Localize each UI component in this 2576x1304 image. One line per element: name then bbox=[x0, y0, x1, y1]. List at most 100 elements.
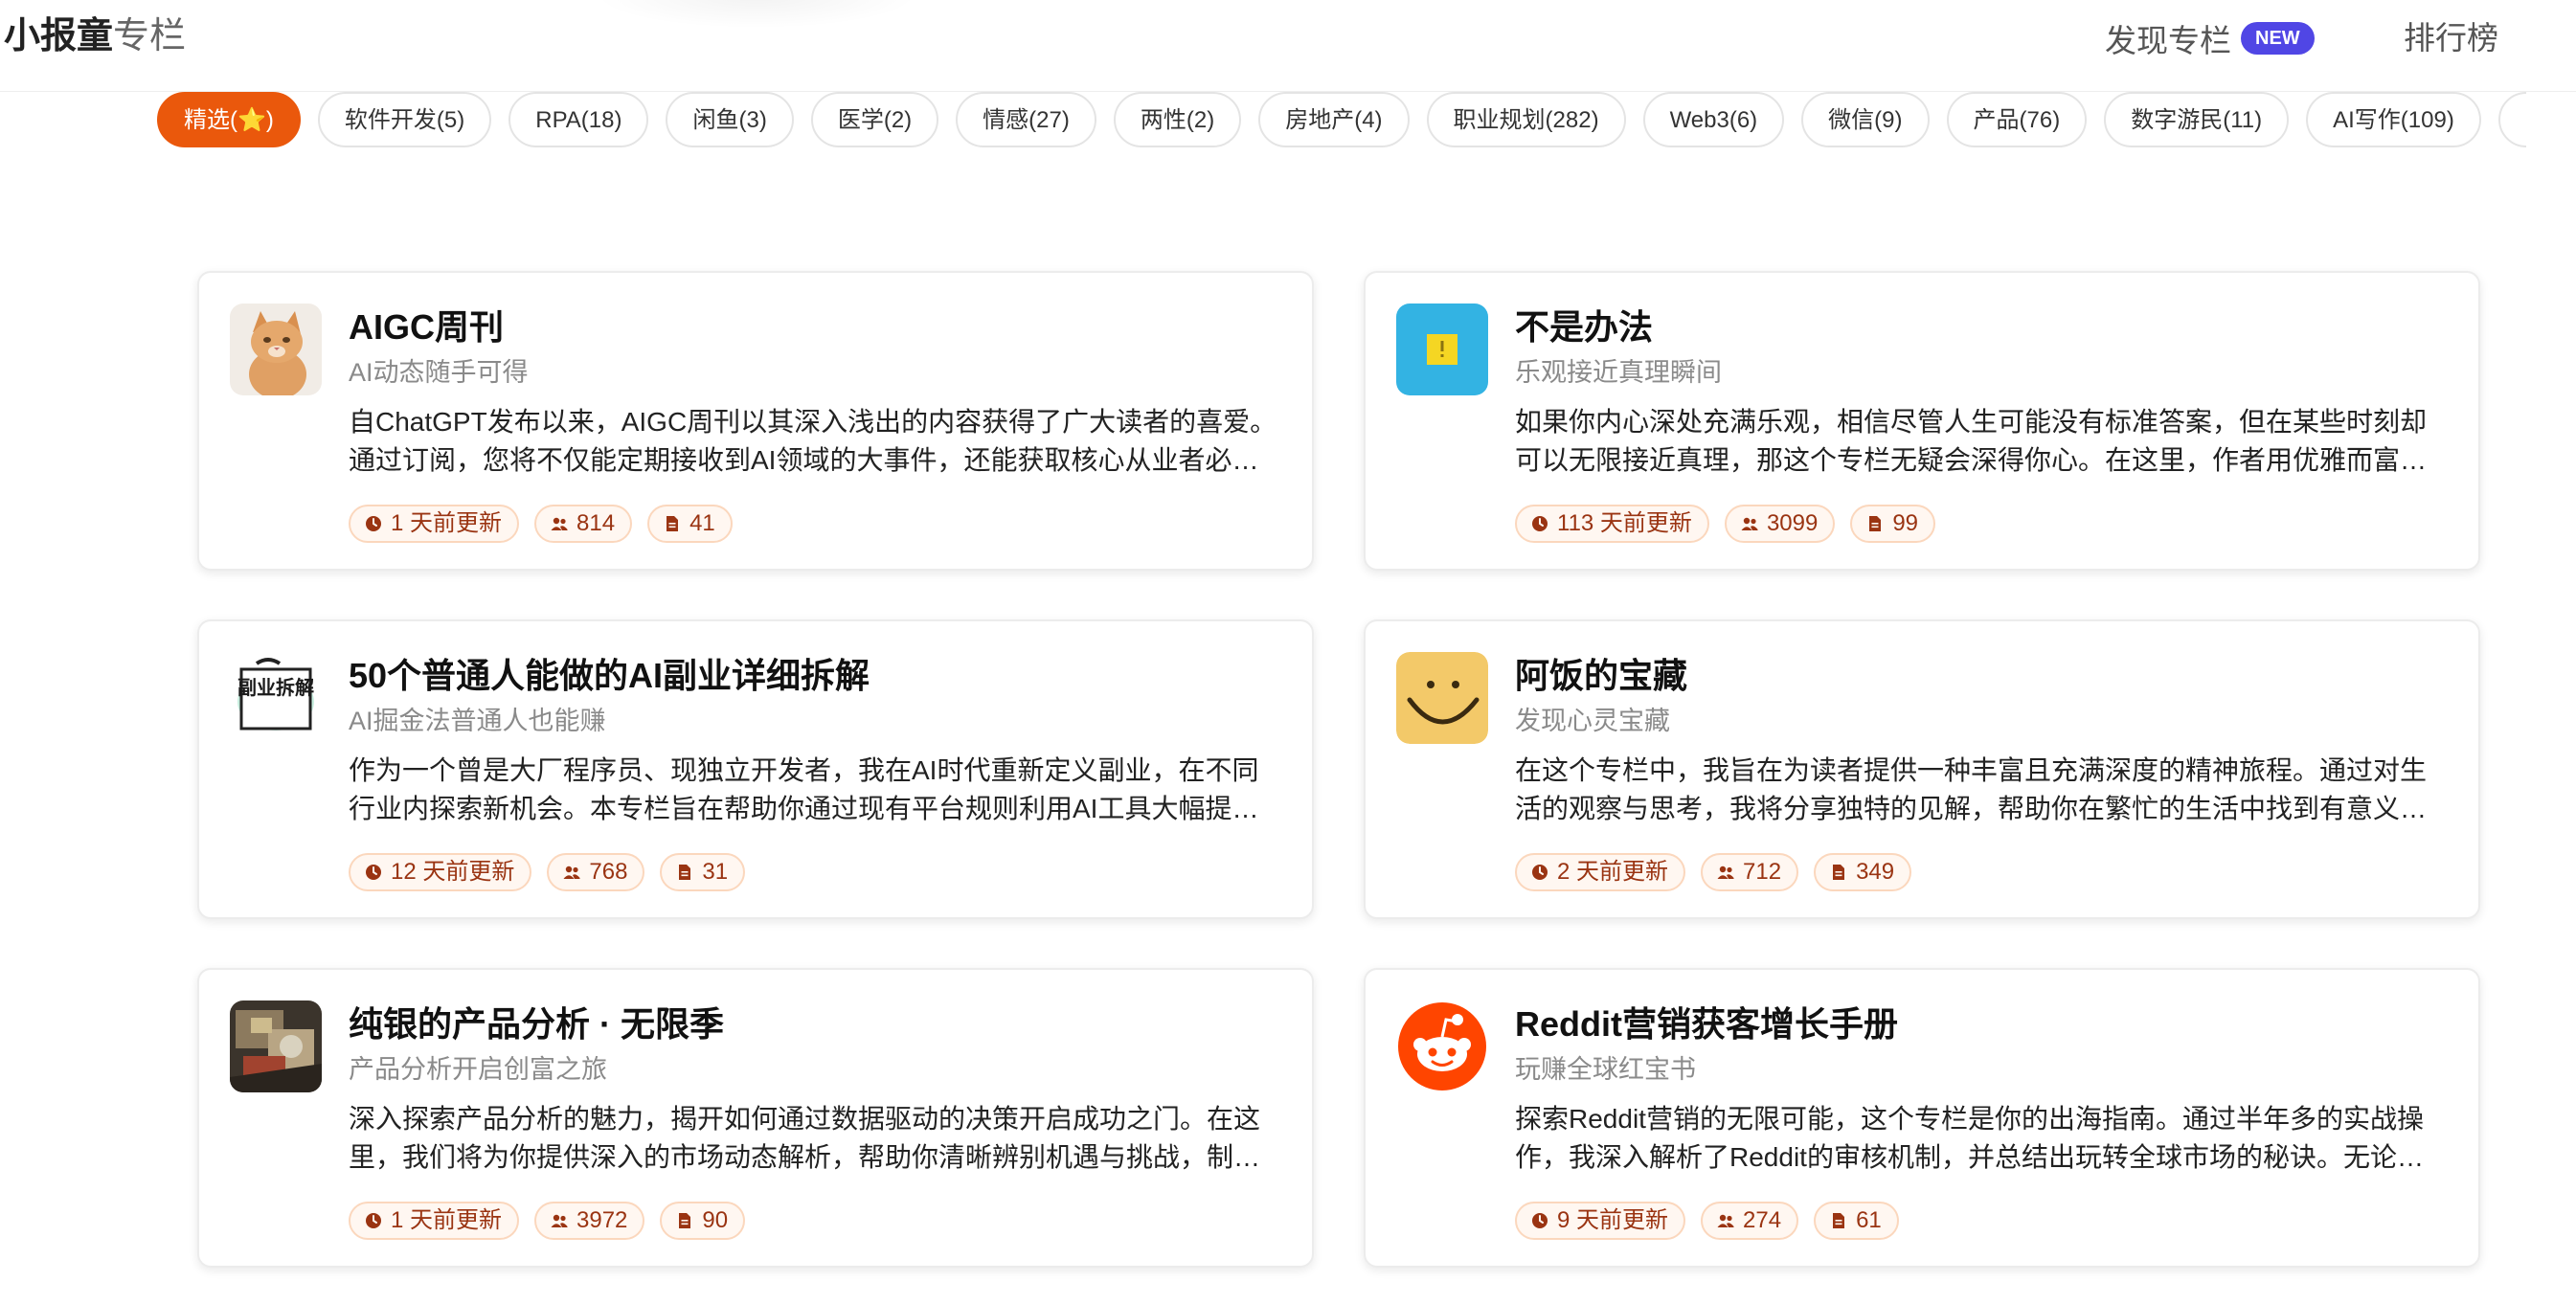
sticky-note-avatar-icon bbox=[1396, 304, 1488, 395]
articles-badge: 349 bbox=[1814, 853, 1912, 891]
side-hustle-avatar-icon: 副业拆解 bbox=[230, 652, 322, 744]
users-icon bbox=[551, 517, 568, 530]
updated-badge: 1 天前更新 bbox=[349, 505, 520, 543]
column-stats: 2 天前更新 712 349 bbox=[1515, 853, 1912, 891]
subscribers-count: 274 bbox=[1743, 1207, 1782, 1233]
column-subtitle: 乐观接近真理瞬间 bbox=[1515, 358, 1722, 387]
site-logo[interactable]: 小报童专栏 bbox=[4, 15, 186, 57]
updated-text: 1 天前更新 bbox=[391, 510, 503, 536]
users-icon bbox=[551, 1214, 568, 1227]
column-card[interactable]: 纯银的产品分析 · 无限季 产品分析开启创富之旅 深入探索产品分析的魅力，揭开如… bbox=[197, 968, 1314, 1268]
users-icon bbox=[1717, 866, 1734, 879]
articles-count: 349 bbox=[1856, 859, 1895, 885]
subscribers-count: 814 bbox=[576, 510, 616, 536]
photo-avatar-icon bbox=[230, 1000, 322, 1092]
cat-avatar-icon bbox=[230, 304, 322, 395]
document-icon bbox=[667, 516, 679, 531]
updated-badge: 1 天前更新 bbox=[349, 1202, 520, 1240]
category-pill[interactable]: 情感(27) bbox=[956, 92, 1096, 147]
category-pill[interactable]: RPA(18) bbox=[508, 92, 649, 147]
document-icon bbox=[679, 1213, 691, 1228]
clock-icon bbox=[366, 1213, 381, 1228]
updated-text: 2 天前更新 bbox=[1557, 859, 1669, 885]
subscribers-badge: 814 bbox=[534, 505, 633, 543]
articles-badge: 31 bbox=[660, 853, 746, 891]
category-pill-featured[interactable]: 精选(⭐) bbox=[157, 92, 301, 147]
category-filter-bar: 精选(⭐) 软件开发(5) RPA(18) 闲鱼(3) 医学(2) 情感(27)… bbox=[157, 92, 2526, 149]
users-icon bbox=[1741, 517, 1758, 530]
top-glow bbox=[594, 0, 919, 29]
subscribers-count: 3972 bbox=[576, 1207, 628, 1233]
category-pill[interactable]: 自媒体 bbox=[2497, 92, 2526, 147]
users-icon bbox=[563, 866, 580, 879]
category-pill[interactable]: AI写作(109) bbox=[2306, 92, 2481, 147]
column-title: 阿饭的宝藏 bbox=[1515, 656, 1688, 695]
column-card[interactable]: 副业拆解 50个普通人能做的AI副业详细拆解 AI掘金法普通人也能赚 作为一个曾… bbox=[197, 619, 1314, 919]
column-title: 不是办法 bbox=[1515, 307, 1654, 347]
category-pill[interactable]: 职业规划(282) bbox=[1426, 92, 1626, 147]
articles-count: 99 bbox=[1892, 510, 1919, 536]
star-icon: ⭐ bbox=[237, 107, 266, 133]
column-title: Reddit营销获客增长手册 bbox=[1515, 1004, 1898, 1044]
column-description: 自ChatGPT发布以来，AIGC周刊以其深入浅出的内容获得了广大读者的喜爱。通… bbox=[349, 407, 1277, 475]
reddit-avatar-icon bbox=[1396, 1000, 1488, 1092]
logo-strong: 小报童 bbox=[4, 16, 114, 56]
category-pill[interactable]: 两性(2) bbox=[1113, 92, 1242, 147]
column-subtitle: AI掘金法普通人也能赚 bbox=[349, 707, 606, 735]
column-description: 作为一个曾是大厂程序员、现独立开发者，我在AI时代重新定义副业，在不同行业内探索… bbox=[349, 755, 1259, 823]
column-subtitle: 发现心灵宝藏 bbox=[1515, 707, 1670, 735]
articles-badge: 61 bbox=[1814, 1202, 1899, 1240]
column-stats: 1 天前更新 814 41 bbox=[349, 505, 733, 543]
top-header: 小报童专栏 发现专栏 NEW 排行榜 bbox=[0, 0, 2576, 92]
column-card[interactable]: Reddit营销获客增长手册 玩赚全球红宝书 探索Reddit营销的无限可能，这… bbox=[1364, 968, 2480, 1268]
category-pill[interactable]: 数字游民(11) bbox=[2104, 92, 2290, 147]
column-subtitle: AI动态随手可得 bbox=[349, 358, 529, 387]
column-title: 纯银的产品分析 · 无限季 bbox=[349, 1004, 724, 1044]
column-description: 如果你内心深处充满乐观，相信尽管人生可能没有标准答案，但在某些时刻却可以无限接近… bbox=[1515, 407, 2428, 475]
updated-text: 1 天前更新 bbox=[391, 1207, 503, 1233]
column-card[interactable]: 不是办法 乐观接近真理瞬间 如果你内心深处充满乐观，相信尽管人生可能没有标准答案… bbox=[1364, 271, 2480, 571]
document-icon bbox=[1869, 516, 1882, 531]
nav-ranking-link[interactable]: 排行榜 bbox=[2404, 17, 2498, 59]
articles-badge: 41 bbox=[647, 505, 733, 543]
clock-icon bbox=[1532, 865, 1548, 880]
updated-text: 113 天前更新 bbox=[1557, 510, 1692, 536]
column-title: 50个普通人能做的AI副业详细拆解 bbox=[349, 656, 870, 695]
column-description: 探索Reddit营销的无限可能，这个专栏是你的出海指南。通过半年多的实战操作，我… bbox=[1515, 1104, 2424, 1172]
articles-count: 90 bbox=[702, 1207, 729, 1233]
updated-badge: 12 天前更新 bbox=[349, 853, 532, 891]
category-pill[interactable]: 微信(9) bbox=[1801, 92, 1930, 147]
nav-discover-link[interactable]: 发现专栏 NEW bbox=[2105, 17, 2315, 59]
subscribers-badge: 3972 bbox=[534, 1202, 645, 1240]
category-pill[interactable]: 软件开发(5) bbox=[317, 92, 492, 147]
column-title: AIGC周刊 bbox=[349, 307, 505, 347]
articles-count: 41 bbox=[689, 510, 715, 536]
avatar-text: 副业拆解 bbox=[237, 676, 314, 699]
category-pill[interactable]: 产品(76) bbox=[1946, 92, 2088, 147]
clock-icon bbox=[366, 865, 381, 880]
subscribers-count: 3099 bbox=[1766, 510, 1819, 536]
column-stats: 1 天前更新 3972 90 bbox=[349, 1202, 746, 1240]
new-badge: NEW bbox=[2241, 22, 2315, 55]
category-pill[interactable]: Web3(6) bbox=[1642, 92, 1785, 147]
column-card[interactable]: 阿饭的宝藏 发现心灵宝藏 在这个专栏中，我旨在为读者提供一种丰富且充满深度的精神… bbox=[1364, 619, 2480, 919]
clock-icon bbox=[1532, 1213, 1548, 1228]
articles-badge: 90 bbox=[660, 1202, 746, 1240]
articles-badge: 99 bbox=[1850, 505, 1936, 543]
subscribers-badge: 712 bbox=[1701, 853, 1799, 891]
category-pill[interactable]: 医学(2) bbox=[810, 92, 939, 147]
column-subtitle: 玩赚全球红宝书 bbox=[1515, 1055, 1696, 1084]
category-pill[interactable]: 房地产(4) bbox=[1258, 92, 1410, 147]
column-description: 深入探索产品分析的魅力，揭开如何通过数据驱动的决策开启成功之门。在这里，我们将为… bbox=[349, 1104, 1261, 1172]
column-card[interactable]: AIGC周刊 AI动态随手可得 自ChatGPT发布以来，AIGC周刊以其深入浅… bbox=[197, 271, 1314, 571]
subscribers-badge: 3099 bbox=[1724, 505, 1836, 543]
subscribers-badge: 274 bbox=[1701, 1202, 1799, 1240]
category-pill[interactable]: 闲鱼(3) bbox=[666, 92, 794, 147]
subscribers-count: 712 bbox=[1743, 859, 1782, 885]
articles-count: 31 bbox=[702, 859, 729, 885]
subscribers-badge: 768 bbox=[547, 853, 645, 891]
document-icon bbox=[1833, 865, 1845, 880]
category-pill-suffix: ) bbox=[265, 107, 274, 133]
column-description: 在这个专栏中，我旨在为读者提供一种丰富且充满深度的精神旅程。通过对生活的观察与思… bbox=[1515, 755, 2428, 823]
updated-badge: 2 天前更新 bbox=[1515, 853, 1686, 891]
